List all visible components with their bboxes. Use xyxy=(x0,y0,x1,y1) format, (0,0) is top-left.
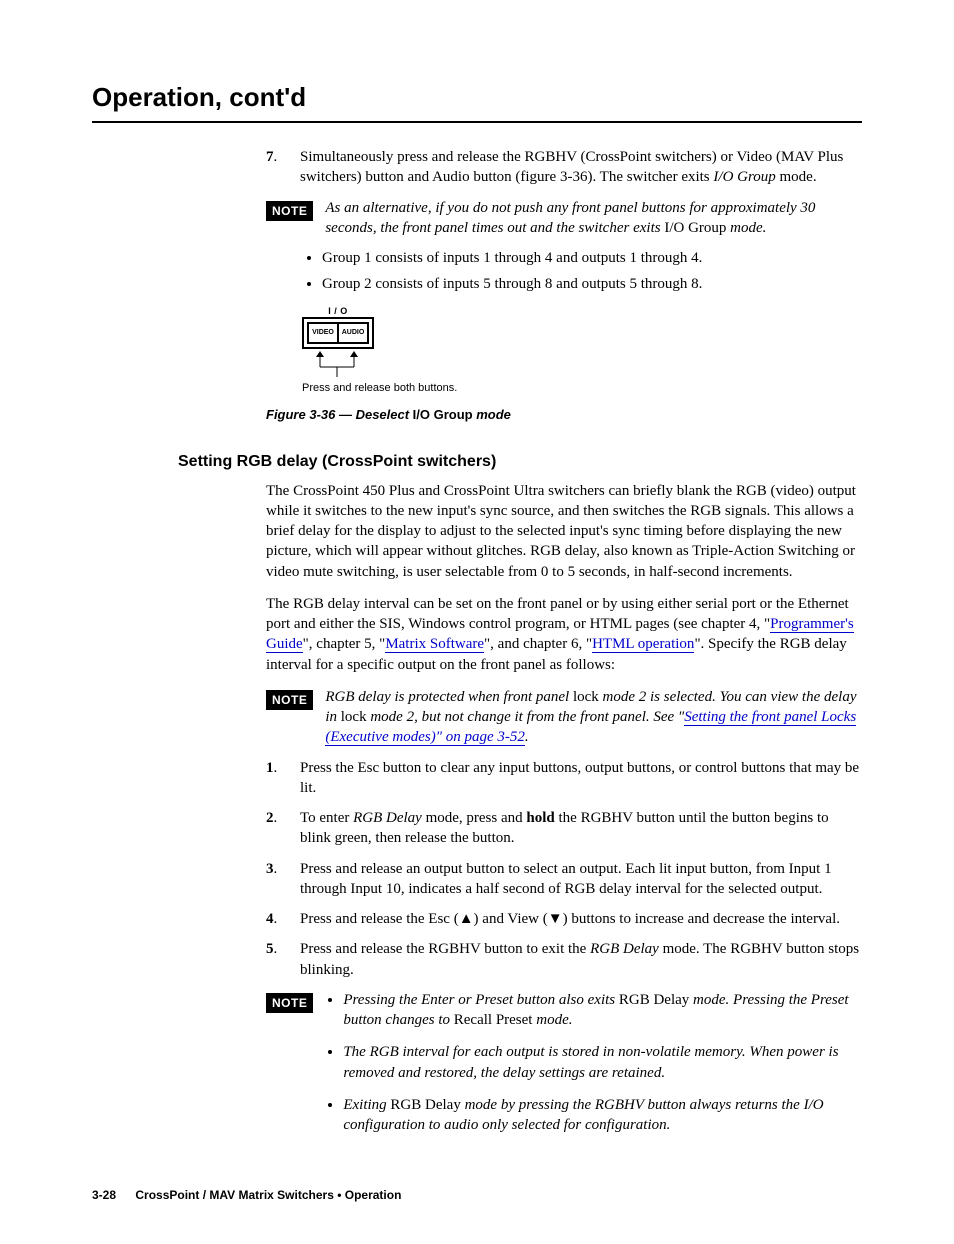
mode-name: lock xyxy=(341,709,367,725)
matrix-software-link[interactable]: Matrix Software xyxy=(385,636,484,653)
step-body: Press and release the Esc (▲) and View (… xyxy=(300,909,862,929)
step-3: 3. Press and release an output button to… xyxy=(266,859,862,900)
title-rule xyxy=(92,121,862,123)
chapter-title: Operation, cont'd xyxy=(92,80,862,115)
text: Exiting xyxy=(343,1097,390,1113)
note-body: Pressing the Enter or Preset button also… xyxy=(325,990,862,1148)
figure-3-36: I / O VIDEO AUDIO Press and release both… xyxy=(302,305,862,396)
note-body: RGB delay is protected when front panel … xyxy=(325,687,862,748)
step-body: Press and release the RGBHV button to ex… xyxy=(300,939,862,980)
list-item: Pressing the Enter or Preset button also… xyxy=(343,990,862,1031)
step-4: 4. Press and release the Esc (▲) and Vie… xyxy=(266,909,862,929)
paragraph: The CrossPoint 450 Plus and CrossPoint U… xyxy=(266,481,862,582)
note-badge: NOTE xyxy=(266,201,313,221)
text: Pressing the Enter or Preset button also… xyxy=(343,992,619,1008)
page-footer: 3-28 CrossPoint / MAV Matrix Switchers •… xyxy=(92,1187,862,1203)
figure-subcaption: Press and release both buttons. xyxy=(302,381,862,396)
paragraph: The RGB delay interval can be set on the… xyxy=(266,594,862,675)
text: Figure 3-36 — Deselect xyxy=(266,407,413,422)
section-heading: Setting RGB delay (CrossPoint switchers) xyxy=(178,451,862,473)
list-item: Group 2 consists of inputs 5 through 8 a… xyxy=(322,274,862,294)
note-body: As an alternative, if you do not push an… xyxy=(325,198,862,239)
audio-button: AUDIO xyxy=(337,322,369,344)
text: ) buttons to increase and decrease the i… xyxy=(563,911,840,927)
list-item: Group 1 consists of inputs 1 through 4 a… xyxy=(322,248,862,268)
mode-name: RGB Delay xyxy=(390,1097,460,1113)
mode-name: lock xyxy=(573,689,599,705)
mode-name: RGB Delay xyxy=(353,810,422,826)
step-number: 5 xyxy=(266,941,274,957)
mode-name: Recall Preset xyxy=(454,1012,533,1028)
html-operation-link[interactable]: HTML operation xyxy=(592,636,694,653)
step-body: To enter RGB Delay mode, press and hold … xyxy=(300,808,862,849)
text: Press and release the RGBHV button to ex… xyxy=(300,941,590,957)
text: To enter xyxy=(300,810,353,826)
group-list: Group 1 consists of inputs 1 through 4 a… xyxy=(266,248,862,295)
mode-name: RGB Delay xyxy=(590,941,659,957)
step-number: 1 xyxy=(266,760,274,776)
note-rgb-lock: NOTE RGB delay is protected when front p… xyxy=(266,687,862,748)
step-2: 2. To enter RGB Delay mode, press and ho… xyxy=(266,808,862,849)
step-number: 4 xyxy=(266,911,274,927)
text: mode xyxy=(473,407,511,422)
note-final: NOTE Pressing the Enter or Preset button… xyxy=(266,990,862,1148)
io-frame: VIDEO AUDIO xyxy=(302,317,374,349)
step-body: Press and release an output button to se… xyxy=(300,859,862,900)
bold-text: hold xyxy=(526,810,554,826)
text: mode 2, but not change it from the front… xyxy=(367,709,685,725)
text: ) and View ( xyxy=(474,911,548,927)
mode-name: I/O Group xyxy=(413,407,473,422)
up-triangle-icon: ▲ xyxy=(459,911,474,927)
figure-caption: Figure 3-36 — Deselect I/O Group mode xyxy=(266,406,862,424)
text: . xyxy=(525,729,529,745)
step-1: 1. Press the Esc button to clear any inp… xyxy=(266,758,862,799)
text: RGB delay is protected when front panel xyxy=(325,689,573,705)
step-body: Press the Esc button to clear any input … xyxy=(300,758,862,799)
arrows-icon xyxy=(302,349,374,379)
text: mode. xyxy=(532,1012,572,1028)
step-7: 7. Simultaneously press and release the … xyxy=(266,147,862,188)
footer-text: CrossPoint / MAV Matrix Switchers • Oper… xyxy=(135,1188,401,1202)
step-number: 7 xyxy=(266,149,274,165)
note-badge: NOTE xyxy=(266,690,313,710)
text: The RGB delay interval can be set on the… xyxy=(266,596,849,632)
step-5: 5. Press and release the RGBHV button to… xyxy=(266,939,862,980)
video-button: VIDEO xyxy=(307,322,339,344)
note-badge: NOTE xyxy=(266,993,313,1013)
mode-name: RGB Delay xyxy=(619,992,689,1008)
text: mode. xyxy=(726,220,766,236)
text: ", and chapter 6, " xyxy=(484,636,592,652)
mode-name: I/O Group xyxy=(713,169,775,185)
text: ", chapter 5, " xyxy=(303,636,386,652)
io-header-label: I / O xyxy=(302,305,374,317)
mode-name: I/O Group xyxy=(664,220,726,236)
down-triangle-icon: ▼ xyxy=(548,911,563,927)
text: mode. xyxy=(776,169,817,185)
step-body: Simultaneously press and release the RGB… xyxy=(300,147,862,188)
page-number: 3-28 xyxy=(92,1188,116,1202)
text: mode, press and xyxy=(422,810,527,826)
text: Press and release the Esc ( xyxy=(300,911,459,927)
list-item: The RGB interval for each output is stor… xyxy=(343,1042,862,1083)
step-number: 3 xyxy=(266,861,274,877)
list-item: Exiting RGB Delay mode by pressing the R… xyxy=(343,1095,862,1136)
note-alternative: NOTE As an alternative, if you do not pu… xyxy=(266,198,862,239)
step-number: 2 xyxy=(266,810,274,826)
